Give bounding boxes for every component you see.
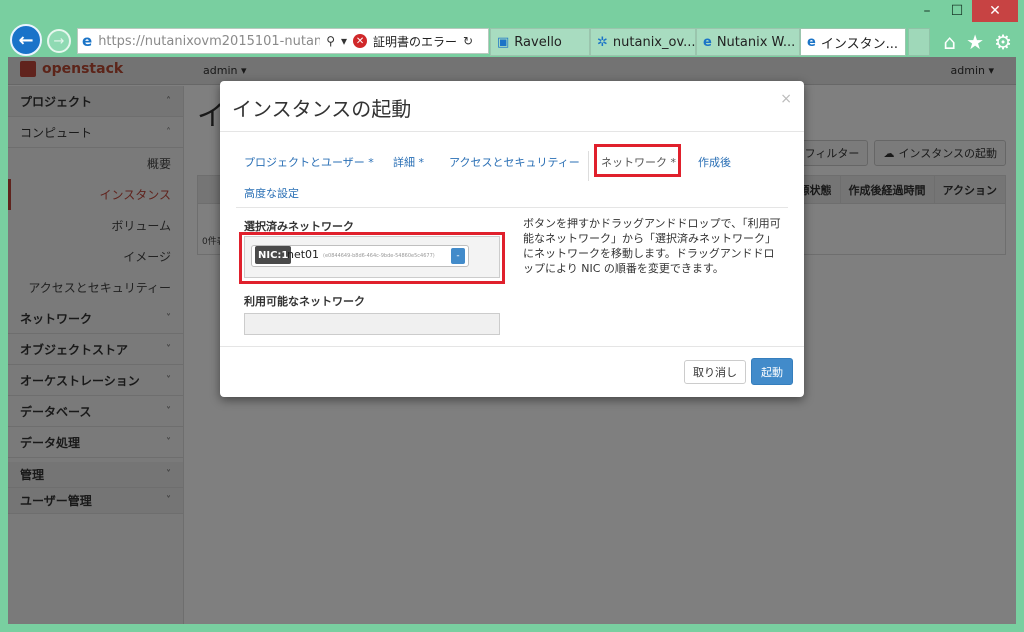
close-window-button[interactable]: ✕ [972,0,1018,22]
launch-button[interactable]: 起動 [751,358,793,385]
ie-icon: e [82,32,93,50]
modal-title: インスタンスの起動 [232,97,412,121]
favorites-star-icon[interactable]: ★ [966,30,984,54]
dropdown-icon[interactable]: ▾ [341,34,347,48]
forward-button[interactable]: → [47,29,71,53]
available-networks-label: 利用可能なネットワーク [244,295,365,308]
network-id: (e0844649-b8d6-464c-9bde-54860e5c4677) [323,253,435,259]
nic-badge: NIC:1 [255,246,292,264]
highlight-box-networking-tab [594,144,681,177]
divider [588,151,589,181]
tab-label: nutanix_ov... [612,34,696,50]
home-icon[interactable]: ⌂ [943,30,956,54]
tab-instance[interactable]: e インスタン... ✕ [800,28,906,56]
launch-instance-modal: インスタンスの起動 × プロジェクトとユーザー * 詳細 * アクセスとセキュリ… [220,81,804,397]
address-bar[interactable]: e https://nutanixovm2015101-nutan... ⚲ ▾… [77,28,489,54]
ie-icon: e [807,34,816,50]
cert-error-icon[interactable]: ✕ [353,34,368,48]
nutanix-icon: ✲ [597,34,608,50]
search-icon[interactable]: ⚲ [326,34,335,48]
tab-nutanix-ov[interactable]: ✲ nutanix_ov... [590,28,696,56]
divider [236,207,788,208]
url-text[interactable]: https://nutanixovm2015101-nutan... [98,34,320,49]
remove-network-button[interactable]: - [451,248,465,264]
minimize-button[interactable]: – [912,0,942,22]
network-name: net01 [287,248,320,261]
tab-strip: ▣ Ravello ✲ nutanix_ov... e Nutanix W...… [490,28,930,56]
tab-ravello[interactable]: ▣ Ravello [490,28,590,56]
ie-icon: e [703,34,712,50]
tab-nutanix-w[interactable]: e Nutanix W... [696,28,800,56]
refresh-icon[interactable]: ↻ [463,34,473,48]
new-tab-button[interactable] [908,28,930,56]
tab-label: Nutanix W... [716,34,796,50]
browser-toolbar: ⌂ ★ ⚙ [943,30,1012,54]
cert-error-label[interactable]: 証明書のエラー [373,33,457,50]
cancel-button[interactable]: 取り消し [684,360,746,384]
tab-project-user[interactable]: プロジェクトとユーザー * [244,154,374,170]
settings-gear-icon[interactable]: ⚙ [994,30,1012,54]
close-icon[interactable]: × [780,91,792,107]
back-button[interactable]: ← [10,24,42,56]
help-text: ボタンを押すかドラッグアンドドロップで、「利用可能なネットワーク」から「選択済み… [523,217,781,275]
tab-label: インスタン... [820,36,898,52]
tab-details[interactable]: 詳細 * [393,154,424,170]
divider [220,131,804,132]
ravello-icon: ▣ [497,34,510,50]
available-networks-dropzone[interactable] [244,313,500,335]
tab-label: Ravello [514,34,562,50]
tab-access-security[interactable]: アクセスとセキュリティー [449,154,580,170]
maximize-button[interactable]: ☐ [942,0,972,22]
window-controls: – ☐ ✕ [912,0,1018,26]
divider [220,346,804,347]
tab-advanced[interactable]: 高度な設定 [244,185,299,201]
tab-post-creation[interactable]: 作成後 [698,154,731,170]
